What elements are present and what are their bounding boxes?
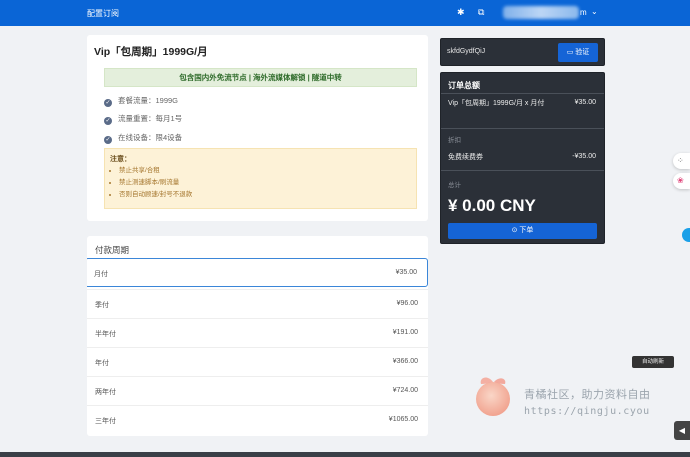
verify-coupon-button[interactable]: ▭ 验证 bbox=[558, 43, 598, 62]
period-option-three-year[interactable]: 三年付 ¥1065.00 bbox=[87, 405, 428, 434]
side-tool-button[interactable]: ❀ bbox=[673, 173, 690, 189]
period-price: ¥35.00 bbox=[395, 269, 417, 276]
notice-item: 禁止共享/合租 bbox=[119, 165, 192, 177]
user-menu-label[interactable]: m bbox=[580, 8, 587, 17]
verify-label: 验证 bbox=[575, 49, 590, 56]
notice-title: 注意： bbox=[110, 156, 131, 163]
check-circle-icon: ✓ bbox=[104, 136, 112, 144]
order-summary: 订单总额 Vip「包周期」1999G/月 x 月付 ¥35.00 折扣 免费续费… bbox=[440, 72, 605, 244]
billing-period-heading: 付款周期 bbox=[95, 245, 130, 255]
period-name: 季付 bbox=[95, 302, 109, 309]
translate-icon: ❀ bbox=[677, 176, 684, 185]
period-price: ¥724.00 bbox=[392, 387, 418, 394]
watermark-slogan: 青橘社区，助力资料自由 bbox=[524, 389, 651, 401]
feature-item: ✓ 在线设备：限4设备 bbox=[104, 133, 183, 144]
notice-list: 禁止共享/合租 禁止测速脚本/刷流量 否则自动顾速/封号不退款 bbox=[119, 165, 192, 201]
check-circle-icon: ✓ bbox=[104, 99, 112, 107]
discount-name: 免费续费券 bbox=[448, 154, 483, 161]
notice-item: 禁止测速脚本/刷流量 bbox=[119, 177, 192, 189]
period-name: 三年付 bbox=[95, 418, 116, 425]
plan-title: Vip「包周期」1999G/月 bbox=[94, 46, 208, 58]
period-option-yearly[interactable]: 年付 ¥366.00 bbox=[87, 347, 428, 376]
apps-icon: ⁘ bbox=[677, 156, 684, 165]
period-price: ¥366.00 bbox=[392, 358, 418, 365]
divider bbox=[441, 93, 604, 94]
page-title: 配置订阅 bbox=[87, 9, 119, 18]
summary-title: 订单总额 bbox=[448, 81, 480, 90]
period-name: 年付 bbox=[95, 360, 109, 367]
summary-item-price: ¥35.00 bbox=[574, 99, 596, 106]
period-price: ¥191.00 bbox=[392, 329, 418, 336]
notice-item: 否则自动顾速/封号不退款 bbox=[119, 189, 192, 201]
period-name: 半年付 bbox=[95, 331, 116, 338]
period-price: ¥96.00 bbox=[396, 300, 418, 307]
taskbar-strip bbox=[0, 452, 690, 457]
feature-item: ✓ 套餐流量：1999G bbox=[104, 96, 179, 107]
period-option-half-year[interactable]: 半年付 ¥191.00 bbox=[87, 318, 428, 347]
period-name: 月付 bbox=[94, 271, 108, 278]
ticket-icon: ▭ bbox=[566, 49, 576, 56]
orange-logo-icon bbox=[476, 377, 510, 416]
notice-box: 注意： 禁止共享/合租 禁止测速脚本/刷流量 否则自动顾速/封号不退款 bbox=[104, 148, 417, 209]
discount-label: 折扣 bbox=[448, 137, 461, 144]
check-circle-icon: ✓ bbox=[104, 117, 112, 125]
side-tool-button[interactable]: ⁘ bbox=[673, 153, 690, 169]
gear-icon[interactable]: ✱ bbox=[457, 7, 465, 18]
user-email-blurred[interactable] bbox=[503, 6, 579, 19]
order-label: 下单 bbox=[519, 227, 534, 234]
billing-period-card: 付款周期 月付 ¥35.00 季付 ¥96.00 半年付 ¥191.00 年付 … bbox=[87, 236, 428, 436]
summary-item-name: Vip「包周期」1999G/月 x 月付 bbox=[448, 100, 545, 107]
period-name: 两年付 bbox=[95, 389, 116, 396]
divider bbox=[441, 170, 604, 171]
plan-highlight: 包含国内外免流节点 | 海外流媒体解锁 | 隧道中转 bbox=[104, 68, 417, 87]
feature-item: ✓ 流量重置：每月1号 bbox=[104, 114, 183, 125]
total-label: 总计 bbox=[448, 182, 461, 189]
chevron-down-icon[interactable]: ⌄ bbox=[591, 7, 598, 16]
coupon-box: skfdGydfQiJ ▭ 验证 bbox=[440, 38, 605, 66]
watermark-url: https://qingju.cyou bbox=[524, 406, 650, 417]
chevron-left-icon[interactable]: ◀ bbox=[674, 421, 690, 440]
coupon-input[interactable]: skfdGydfQiJ bbox=[447, 48, 485, 55]
top-navbar: 配置订阅 ✱ ⧉ m ⌄ bbox=[0, 0, 690, 26]
language-icon[interactable]: ⧉ bbox=[478, 7, 484, 18]
total-amount: ¥ 0.00 CNY bbox=[448, 196, 536, 215]
auto-refresh-tooltip[interactable]: 自动刷新 bbox=[632, 356, 674, 368]
discount-price: -¥35.00 bbox=[572, 153, 596, 160]
period-option-two-year[interactable]: 两年付 ¥724.00 bbox=[87, 376, 428, 405]
place-order-button[interactable]: ⊙ 下单 bbox=[448, 223, 597, 239]
period-option-quarterly[interactable]: 季付 ¥96.00 bbox=[87, 289, 428, 318]
side-blue-tab[interactable] bbox=[682, 228, 690, 242]
plan-card: Vip「包周期」1999G/月 包含国内外免流节点 | 海外流媒体解锁 | 隧道… bbox=[87, 35, 428, 221]
period-option-monthly[interactable]: 月付 ¥35.00 bbox=[87, 258, 428, 287]
divider bbox=[441, 128, 604, 129]
period-price: ¥1065.00 bbox=[388, 416, 418, 423]
